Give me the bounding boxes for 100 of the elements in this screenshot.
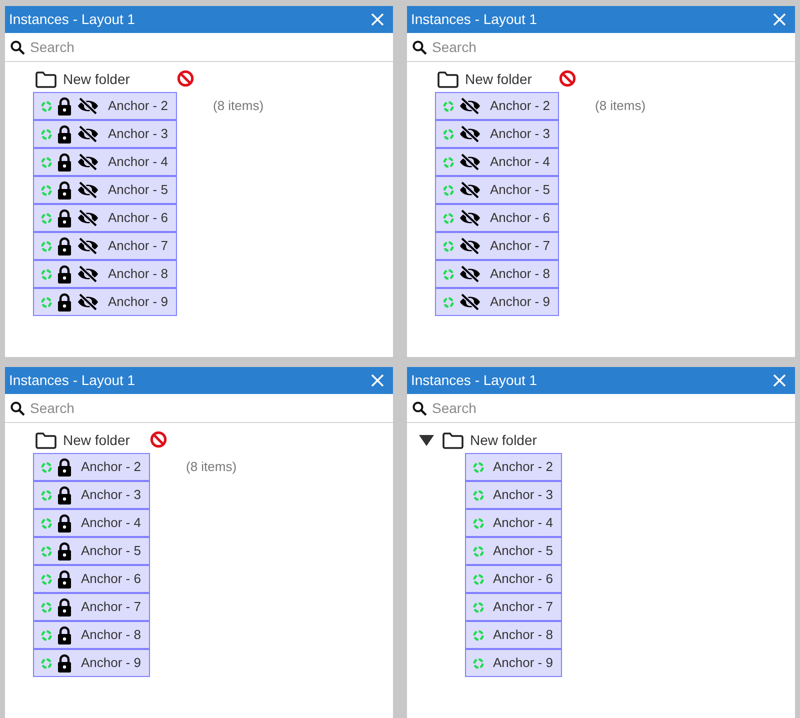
folder-label[interactable]: New folder (63, 68, 130, 90)
spinner-icon (473, 602, 484, 612)
anchor-item[interactable]: Anchor - 6 (435, 204, 559, 232)
eye-slash-icon[interactable] (459, 293, 481, 311)
anchor-item[interactable]: Anchor - 4 (435, 148, 559, 176)
folder-label[interactable]: New folder (470, 430, 537, 450)
item-count: (8 items) (186, 458, 238, 476)
anchor-item[interactable]: Anchor - 6 (33, 204, 177, 232)
eye-slash-icon[interactable] (459, 153, 481, 171)
anchor-item[interactable]: Anchor - 5 (465, 537, 562, 565)
spinner-icon (443, 184, 454, 196)
anchor-label: Anchor - 2 (490, 97, 550, 116)
anchor-label: Anchor - 8 (81, 626, 141, 644)
eye-slash-icon[interactable] (77, 265, 99, 283)
anchor-item[interactable]: Anchor - 8 (465, 621, 562, 649)
eye-slash-icon[interactable] (459, 97, 481, 115)
lock-icon[interactable] (57, 292, 72, 312)
anchor-item[interactable]: Anchor - 7 (33, 232, 177, 260)
anchor-item[interactable]: Anchor - 7 (465, 593, 562, 621)
anchor-item[interactable]: Anchor - 2 (465, 453, 562, 481)
search-field[interactable]: Search (432, 36, 732, 58)
anchor-item[interactable]: Anchor - 7 (435, 232, 559, 260)
lock-icon[interactable] (57, 570, 72, 588)
anchor-item[interactable]: Anchor - 4 (33, 148, 177, 176)
spinner-icon (473, 630, 484, 640)
spinner-icon (443, 240, 454, 252)
anchor-label: Anchor - 4 (493, 514, 553, 532)
anchor-label: Anchor - 7 (490, 237, 550, 256)
eye-slash-icon[interactable] (77, 181, 99, 199)
folder-icon (35, 432, 57, 448)
spinner-icon (41, 518, 52, 528)
eye-slash-icon[interactable] (459, 237, 481, 255)
search-field[interactable]: Search (30, 398, 330, 418)
anchor-item[interactable]: Anchor - 6 (33, 565, 150, 593)
anchor-item[interactable]: Anchor - 3 (465, 481, 562, 509)
lock-icon[interactable] (57, 542, 72, 560)
anchor-item[interactable]: Anchor - 9 (33, 288, 177, 316)
expand-triangle-icon[interactable] (419, 434, 434, 446)
lock-icon[interactable] (57, 598, 72, 616)
eye-slash-icon[interactable] (77, 237, 99, 255)
lock-icon[interactable] (57, 208, 72, 228)
anchor-item[interactable]: Anchor - 8 (33, 621, 150, 649)
search-field[interactable]: Search (432, 398, 732, 418)
anchor-item[interactable]: Anchor - 6 (465, 565, 562, 593)
eye-slash-icon[interactable] (459, 181, 481, 199)
item-count: (8 items) (212, 97, 265, 115)
anchor-item[interactable]: Anchor - 8 (33, 260, 177, 288)
spinner-icon (41, 268, 52, 280)
lock-icon[interactable] (57, 96, 72, 116)
eye-slash-icon[interactable] (77, 97, 99, 115)
anchor-item[interactable]: Anchor - 9 (33, 649, 150, 677)
anchor-label: Anchor - 6 (490, 209, 550, 228)
search-field[interactable]: Search (30, 36, 330, 58)
anchor-item[interactable]: Anchor - 2 (33, 453, 150, 481)
lock-icon[interactable] (57, 264, 72, 284)
anchor-item[interactable]: Anchor - 3 (435, 120, 559, 148)
anchor-label: Anchor - 7 (108, 237, 168, 256)
spinner-icon (473, 518, 484, 528)
anchor-label: Anchor - 8 (108, 265, 168, 284)
spinner-icon (41, 658, 52, 668)
anchor-item[interactable]: Anchor - 4 (465, 509, 562, 537)
lock-icon[interactable] (57, 626, 72, 644)
anchor-item[interactable]: Anchor - 8 (435, 260, 559, 288)
eye-slash-icon[interactable] (77, 153, 99, 171)
anchor-label: Anchor - 9 (490, 293, 550, 312)
eye-slash-icon[interactable] (77, 125, 99, 143)
lock-icon[interactable] (57, 458, 72, 476)
anchor-item[interactable]: Anchor - 5 (33, 176, 177, 204)
lock-icon[interactable] (57, 180, 72, 200)
spinner-icon (443, 156, 454, 168)
anchor-item[interactable]: Anchor - 5 (33, 537, 150, 565)
eye-slash-icon[interactable] (77, 293, 99, 311)
anchor-item[interactable]: Anchor - 3 (33, 481, 150, 509)
spinner-icon (41, 490, 52, 500)
anchor-item[interactable]: Anchor - 9 (465, 649, 562, 677)
anchor-label: Anchor - 6 (493, 570, 553, 588)
search-icon (10, 400, 25, 416)
lock-icon[interactable] (57, 486, 72, 504)
anchor-item[interactable]: Anchor - 5 (435, 176, 559, 204)
anchor-item[interactable]: Anchor - 7 (33, 593, 150, 621)
folder-label[interactable]: New folder (465, 68, 532, 90)
anchor-item[interactable]: Anchor - 9 (435, 288, 559, 316)
spinner-icon (443, 268, 454, 280)
anchor-item[interactable]: Anchor - 2 (435, 92, 559, 120)
eye-slash-icon[interactable] (459, 209, 481, 227)
eye-slash-icon[interactable] (77, 209, 99, 227)
folder-label[interactable]: New folder (63, 430, 130, 450)
eye-slash-icon[interactable] (459, 125, 481, 143)
eye-slash-icon[interactable] (459, 265, 481, 283)
anchor-item[interactable]: Anchor - 2 (33, 92, 177, 120)
lock-icon[interactable] (57, 654, 72, 672)
spinner-icon (41, 128, 52, 140)
anchor-label: Anchor - 7 (81, 598, 141, 616)
anchor-item[interactable]: Anchor - 3 (33, 120, 177, 148)
lock-icon[interactable] (57, 152, 72, 172)
lock-icon[interactable] (57, 124, 72, 144)
anchor-item[interactable]: Anchor - 4 (33, 509, 150, 537)
anchor-label: Anchor - 3 (81, 486, 141, 504)
lock-icon[interactable] (57, 514, 72, 532)
lock-icon[interactable] (57, 236, 72, 256)
